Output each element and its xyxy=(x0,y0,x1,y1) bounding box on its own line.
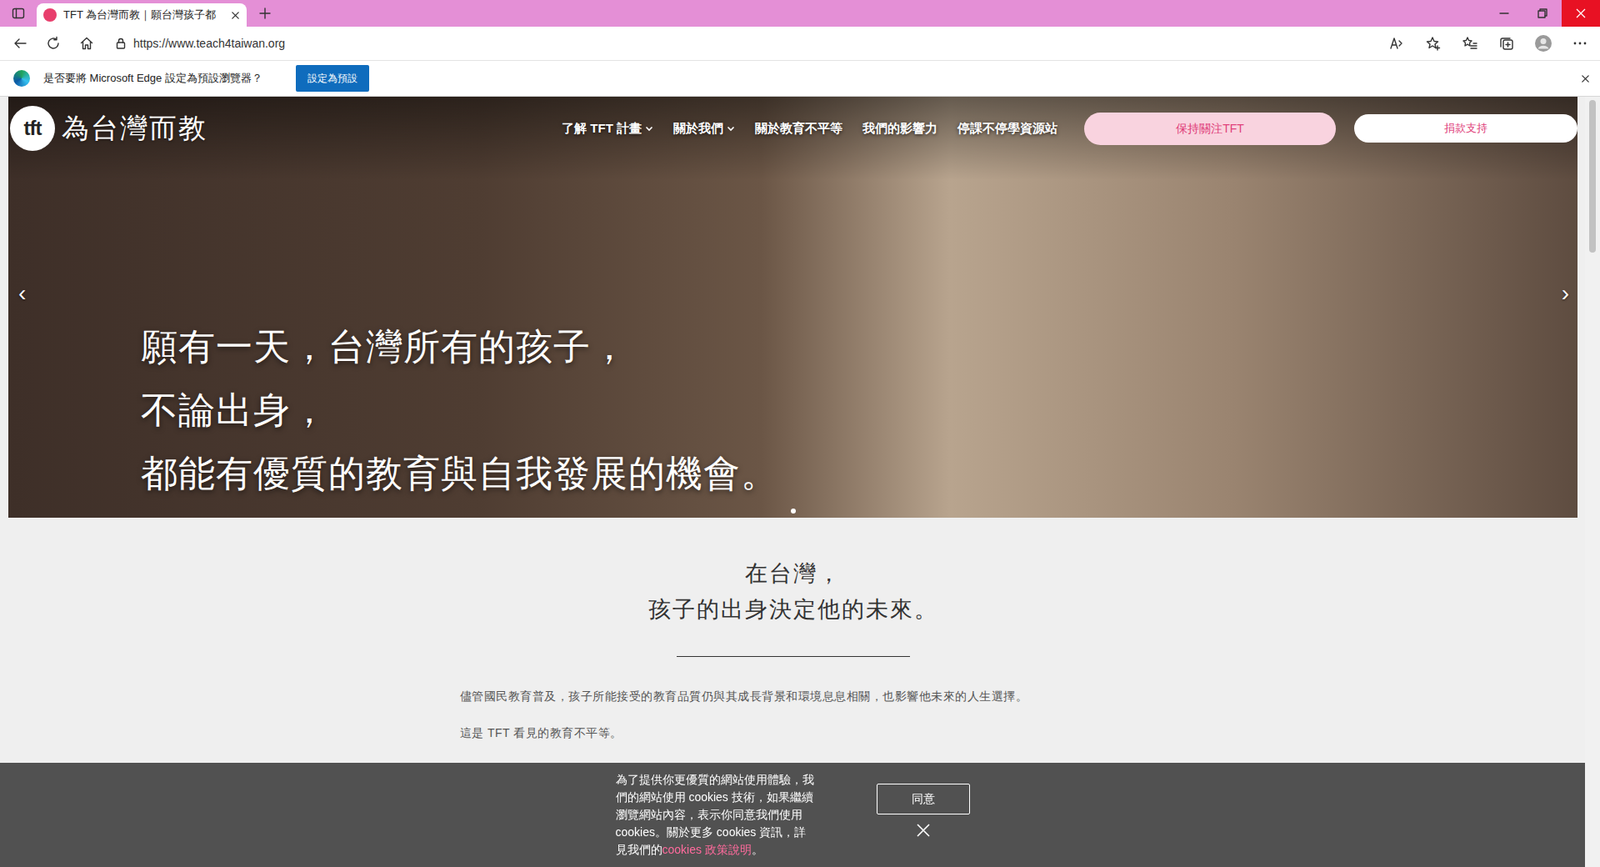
set-default-button[interactable]: 設定為預設 xyxy=(295,65,370,92)
chevron-down-icon xyxy=(645,124,654,133)
cookie-text-end: 。 xyxy=(751,842,764,856)
address-text: https://www.teach4taiwan.org xyxy=(133,35,285,53)
cookie-controls: 同意 xyxy=(876,762,970,867)
viewport: tft為台灣而教 了解 TFT 計畫 關於我們 關於教育不平等我們的影響力停課不停學資… xyxy=(0,96,1600,867)
tab-label: TFT 為台灣而教｜願台灣孩子都 xyxy=(63,6,225,24)
accept-button[interactable]: 同意 xyxy=(876,783,970,815)
site-header: tft為台灣而教 了解 TFT 計畫 關於我們 關於教育不平等我們的影響力停課不停學資… xyxy=(8,96,1578,151)
logo-mark: tft xyxy=(10,105,55,151)
nav-label: 我們的影響力 xyxy=(862,119,938,139)
drag-area xyxy=(280,0,1485,27)
restore-icon[interactable] xyxy=(1523,0,1562,27)
tab-close-icon[interactable] xyxy=(230,10,240,20)
site-logo[interactable]: tft為台灣而教 xyxy=(10,105,208,151)
lock-icon xyxy=(115,37,127,50)
nav-label: 了解 TFT 計畫 xyxy=(561,119,642,139)
cookie-policy-link[interactable]: cookies 政策說明 xyxy=(662,842,752,856)
favorites-icon[interactable] xyxy=(1455,30,1485,57)
tab-strip: TFT 為台灣而教｜願台灣孩子都 xyxy=(0,0,1600,27)
logo-name: 為台灣而教 xyxy=(61,107,208,150)
hero-slogan: 願有一天，台灣所有的孩子，不論出身，都能有優質的教育與自我發展的機會。 xyxy=(8,315,1578,518)
intro-heading: 孩子的出身決定他的未來。 xyxy=(460,591,1127,628)
nav-item[interactable]: 了解 TFT 計畫 xyxy=(561,119,654,139)
chevron-down-icon xyxy=(726,124,735,133)
donate-button[interactable]: 捐款支持 xyxy=(1354,114,1578,143)
follow-button[interactable]: 保持關注TFT xyxy=(1084,112,1336,145)
slogan-line: 都能有優質的教育與自我發展的機會。 xyxy=(140,441,1578,505)
nav-item[interactable]: 停課不停學資源站 xyxy=(957,119,1058,139)
new-tab-icon[interactable] xyxy=(250,0,280,27)
more-icon[interactable] xyxy=(1565,30,1595,57)
hero-carousel: tft為台灣而教 了解 TFT 計畫 關於我們 關於教育不平等我們的影響力停課不停學資… xyxy=(8,96,1578,518)
toolbar: https://www.teach4taiwan.org xyxy=(0,26,1600,60)
scrollbar-thumb[interactable] xyxy=(1589,100,1596,253)
read-aloud-icon[interactable] xyxy=(1381,30,1412,57)
main-nav: 了解 TFT 計畫 關於我們 關於教育不平等我們的影響力停課不停學資源站 xyxy=(561,119,1058,139)
nav-label: 停課不停學資源站 xyxy=(957,119,1058,139)
header-actions: 保持關注TFT 捐款支持 xyxy=(1084,112,1578,145)
edge-logo-icon xyxy=(13,70,30,87)
browser-tab[interactable]: TFT 為台灣而教｜願台灣孩子都 xyxy=(36,3,247,27)
slogan-line: 願有一天，台灣所有的孩子， xyxy=(140,315,1578,379)
close-infobar-icon[interactable] xyxy=(1580,74,1590,84)
intro-section: 在台灣，孩子的出身決定他的未來。儘管國民教育普及，孩子所能接受的教育品質仍與其成… xyxy=(460,517,1127,742)
minimize-icon[interactable] xyxy=(1485,0,1524,27)
cookie-banner: 為了提供你更優質的網站使用體驗，我們的網站使用 cookies 技術，如果繼續瀏… xyxy=(0,762,1585,867)
tab-actions-icon[interactable] xyxy=(0,0,37,27)
back-icon[interactable] xyxy=(5,30,35,57)
nav-label: 關於教育不平等 xyxy=(755,119,843,139)
collections-icon[interactable] xyxy=(1491,30,1522,57)
infobar-message: 是否要將 Microsoft Edge 設定為預設瀏覽器？ xyxy=(43,70,263,87)
divider xyxy=(676,655,910,657)
refresh-icon[interactable] xyxy=(38,30,69,57)
nav-label: 關於我們 xyxy=(673,119,724,139)
intro-heading: 在台灣， xyxy=(460,555,1127,592)
cookie-message: 為了提供你更優質的網站使用體驗，我們的網站使用 cookies 技術，如果繼續瀏… xyxy=(615,762,816,867)
web-page: tft為台灣而教 了解 TFT 計畫 關於我們 關於教育不平等我們的影響力停課不停學資… xyxy=(0,96,1585,867)
address-bar[interactable]: https://www.teach4taiwan.org xyxy=(105,30,1375,56)
intro-paragraph: 儘管國民教育普及，孩子所能接受的教育品質仍與其成長背景和環境息息相關，也影響他未… xyxy=(460,686,1127,705)
default-browser-infobar: 是否要將 Microsoft Edge 設定為預設瀏覽器？ 設定為預設 xyxy=(0,60,1600,97)
home-icon[interactable] xyxy=(71,30,102,57)
browser-window: TFT 為台灣而教｜願台灣孩子都 https://www.teach4taiwan… xyxy=(0,0,1600,867)
carousel-dot[interactable] xyxy=(790,508,796,514)
nav-item[interactable]: 關於我們 xyxy=(673,119,735,139)
nav-item[interactable]: 關於教育不平等 xyxy=(755,119,843,139)
previous-slide[interactable]: ‹ xyxy=(18,281,26,305)
add-favorite-icon[interactable] xyxy=(1418,30,1449,57)
header-right: 了解 TFT 計畫 關於我們 關於教育不平等我們的影響力停課不停學資源站 保持關注TF… xyxy=(561,112,1578,145)
next-slide[interactable]: › xyxy=(1561,281,1570,305)
scrollbar[interactable] xyxy=(1585,96,1600,867)
intro-paragraph: 這是 TFT 看見的教育不平等。 xyxy=(460,723,1127,742)
nav-item[interactable]: 我們的影響力 xyxy=(862,119,938,139)
carousel-indicators xyxy=(8,508,1578,514)
profile-icon[interactable] xyxy=(1528,30,1559,57)
close-banner-icon[interactable] xyxy=(915,822,931,838)
site-favicon-icon xyxy=(43,8,57,22)
slogan-line: 不論出身， xyxy=(140,378,1578,442)
close-window-icon[interactable] xyxy=(1561,0,1600,27)
